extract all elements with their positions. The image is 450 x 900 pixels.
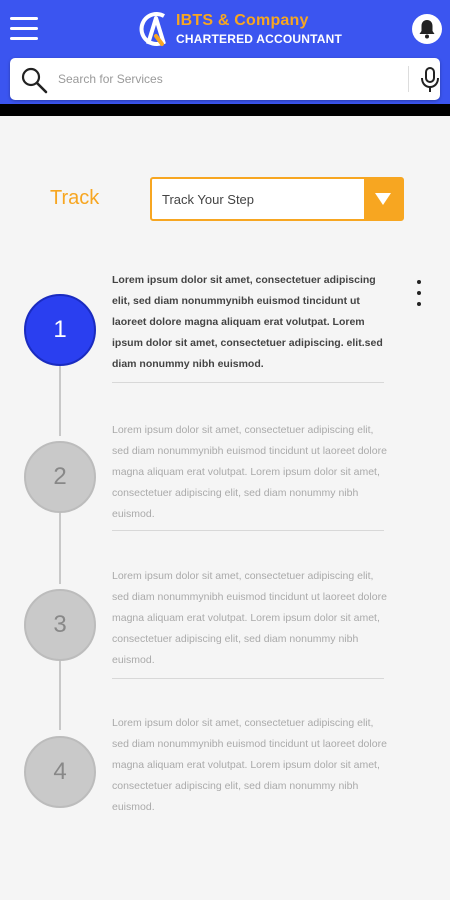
step-3-circle[interactable]: 3 [24,589,96,661]
step-divider [112,530,384,531]
step-divider [112,678,384,679]
step-number: 4 [53,758,67,785]
header-divider [0,104,450,116]
track-step-select[interactable]: Track Your Step [150,177,404,221]
timeline-connector [59,660,61,730]
step-divider [112,382,384,383]
step-number: 1 [53,316,67,343]
track-label: Track [50,187,100,209]
triangle-down-icon [375,193,391,205]
track-select-value: Track Your Step [162,192,255,207]
search-input[interactable] [58,68,388,90]
step-2-text: Lorem ipsum dolor sit amet, consectetuer… [112,424,387,520]
bell-icon [419,20,435,39]
microphone-icon[interactable] [418,66,442,94]
menu-button[interactable] [10,17,38,43]
step-2-circle[interactable]: 2 [24,441,96,513]
more-vertical-icon[interactable] [410,280,428,306]
step-1-circle[interactable]: 1 [24,294,96,366]
brand-subtitle: CHARTERED ACCOUNTANT [176,32,342,46]
step-4-circle[interactable]: 4 [24,736,96,808]
search-bar [10,58,440,100]
brand-name: IBTS & Company [176,12,309,29]
step-4-text: Lorem ipsum dolor sit amet, consectetuer… [112,717,387,813]
step-number: 2 [53,463,67,490]
hamburger-icon [10,17,38,20]
step-3-text: Lorem ipsum dolor sit amet, consectetuer… [112,570,387,666]
brand: IBTS & Company CHARTERED ACCOUNTANT [176,12,342,46]
timeline-connector [59,366,61,436]
step-1-text: Lorem ipsum dolor sit amet, consectetuer… [112,274,383,370]
dropdown-button[interactable] [364,179,402,219]
notifications-button[interactable] [412,14,442,44]
search-icon[interactable] [20,66,48,94]
ca-logo [139,12,166,46]
timeline-connector [59,512,61,584]
step-number: 3 [53,611,67,638]
search-divider [408,66,409,92]
